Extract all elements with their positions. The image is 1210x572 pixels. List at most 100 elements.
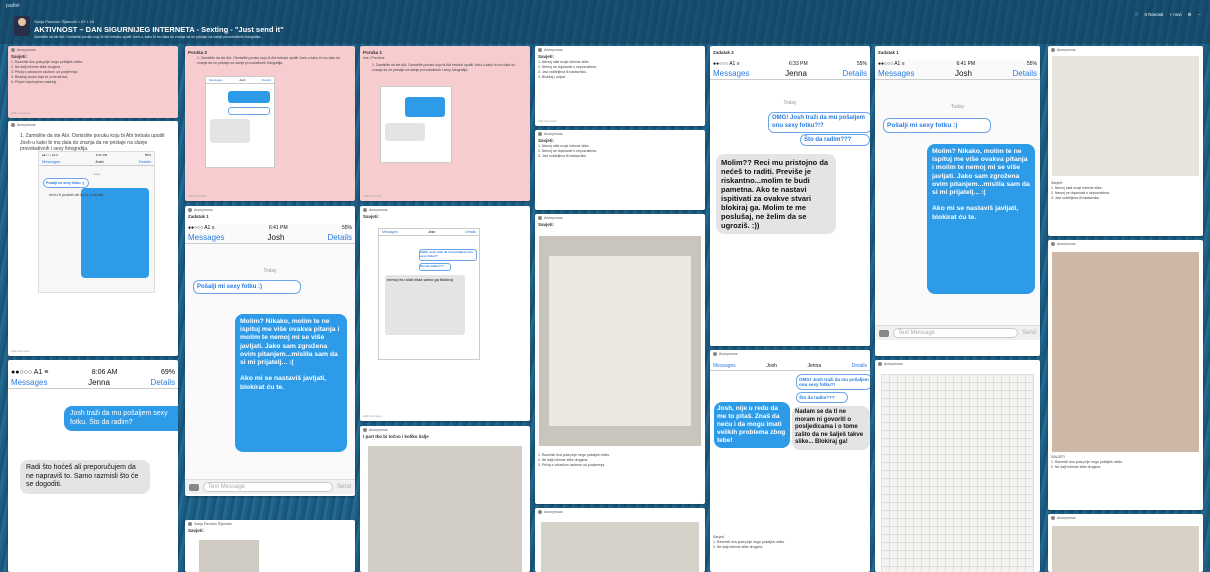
message-bubble: Radi što hoćeš ali preporučujem da ne na… bbox=[20, 460, 150, 494]
notebook-photo bbox=[1052, 56, 1199, 176]
post-card[interactable]: Anonymous bbox=[535, 508, 705, 572]
post-author: Anonymous bbox=[1057, 516, 1076, 520]
avatar bbox=[363, 208, 367, 212]
post-body: Savjeti: 1. Razmisli dva puta prije nego… bbox=[713, 535, 786, 549]
message-bubble: Josh traži da mu pošaljem sexy fotku. Št… bbox=[64, 406, 178, 431]
post-body: 1. Nemoj slati svoje intimne slike. 2. N… bbox=[538, 144, 597, 158]
board-title: AKTIVNOST – DAN SIGURNIJEG INTERNETA - S… bbox=[34, 25, 284, 34]
post-title: Savjeti: bbox=[188, 528, 205, 533]
post-title: Savjeti: bbox=[538, 222, 555, 227]
post-card[interactable]: Anonymous bbox=[1048, 514, 1203, 572]
post-title: Savjeti: bbox=[363, 214, 380, 219]
post-body: 1. Razmisli dva puta prije nego pošalješ… bbox=[538, 453, 611, 467]
post-body: Savjeti: 1. Nemoj slati svoje intimne sl… bbox=[1051, 181, 1110, 200]
post-title: Zadatak 2 bbox=[713, 50, 734, 55]
send-button: Send bbox=[336, 484, 351, 490]
post-author: Anonymous bbox=[369, 208, 388, 212]
message-bubble: Molim? Nikako, molim te ne ispituj me vi… bbox=[927, 144, 1035, 294]
message-bubble: Pošalji mi sexy fotku :) bbox=[883, 118, 991, 133]
post-card[interactable]: Anonymous Savjeti: 1. Razmisli dva puta … bbox=[535, 214, 705, 504]
like-icon[interactable]: ♡ bbox=[1135, 12, 1139, 18]
phone-screenshot: ●●○○○ A1 ≡ 6:33 PM 55% Messages Jenna Detail… bbox=[710, 60, 870, 346]
message-bubble: Josh, nije u redu da me to pitaš. Znaš d… bbox=[714, 402, 790, 448]
post-body: 1. Nemoj slati svoje intimne slike. 2. N… bbox=[538, 60, 597, 79]
add-comment[interactable]: Add comment bbox=[11, 111, 30, 115]
post-card[interactable]: Anonymous bbox=[875, 360, 1040, 572]
post-card[interactable]: Poruka 1 Ime i Prezime 1. Zamislite da s… bbox=[360, 46, 530, 201]
post-card[interactable]: Sanja Pavlović Šijanović Savjeti: bbox=[185, 520, 355, 572]
post-body: SAVJETI 1. Razmisli dva puta prije nego … bbox=[1051, 455, 1124, 469]
avatar bbox=[1051, 516, 1055, 520]
post-card[interactable]: Anonymous Savjeti: 1. Nemoj slati svoje … bbox=[535, 46, 705, 126]
post-author: Anonymous bbox=[17, 48, 36, 52]
avatar bbox=[538, 216, 542, 220]
phone-screenshot: ●●○○○ A1 ≡ 8:06 AM 69% Messages Jenna Detail… bbox=[8, 368, 178, 572]
post-author: Anonymous bbox=[544, 132, 563, 136]
back-button: Messages bbox=[42, 159, 61, 164]
more-icon[interactable]: ⋯ bbox=[1198, 12, 1203, 18]
post-card[interactable]: Anonymous Savjeti: 1. Nemoj slati svoje … bbox=[535, 130, 705, 210]
post-title: Poruka 2 bbox=[188, 50, 208, 55]
settings-icon[interactable]: ⚙ bbox=[1187, 12, 1191, 18]
post-card[interactable]: Anonymous 1. Zamislite da ste Abi. Osmis… bbox=[8, 121, 178, 356]
add-comment[interactable]: Add comment bbox=[188, 194, 207, 198]
message-bubble bbox=[228, 107, 270, 115]
post-author: Anonymous bbox=[544, 216, 563, 220]
message-input: Text Message bbox=[893, 328, 1018, 338]
add-comment[interactable]: Add comment bbox=[11, 349, 30, 353]
board-meta: Sanja Pavlović Šijanović • 6Y • 18 bbox=[34, 19, 94, 24]
camera-icon bbox=[879, 329, 889, 337]
handwritten-photo bbox=[1052, 252, 1199, 452]
notebook-photo bbox=[368, 446, 522, 572]
post-title: I part tko bi točno i koliko šalje bbox=[363, 434, 429, 439]
avatar bbox=[188, 208, 192, 212]
phone-screenshot bbox=[380, 86, 452, 163]
message-bubble: Što da radim??? bbox=[419, 263, 451, 271]
post-card[interactable]: Anonymous Messages Josh Jenna Details Josh,… bbox=[710, 350, 870, 572]
message-bubble bbox=[385, 123, 425, 141]
post-card[interactable]: Zadatak 2 ●●○○○ A1 ≡ 6:33 PM 55% Messages J… bbox=[710, 46, 870, 346]
post-author: Sanja Pavlović Šijanović bbox=[194, 522, 232, 526]
avatar bbox=[11, 123, 15, 127]
add-comment[interactable]: Add comment bbox=[363, 414, 382, 418]
post-card[interactable]: Anonymous Savjeti: Messages Josh Details O… bbox=[360, 206, 530, 421]
message-input: Text Message bbox=[203, 482, 333, 492]
post-card[interactable]: Anonymous I part tko bi točno i koliko š… bbox=[360, 426, 530, 572]
post-task: 1. Zamislite da ste Abi. Osmislite poruk… bbox=[197, 56, 340, 65]
avatar bbox=[538, 132, 542, 136]
post-card[interactable]: Anonymous Zadatak 1 ●●○○○ A1 ≡ 6:41 PM 55%… bbox=[185, 206, 355, 496]
post-card[interactable]: Poruka 2 1. Zamislite da ste Abi. Osmisl… bbox=[185, 46, 355, 201]
message-bubble: Pošalji mi sexy fotku :) bbox=[193, 280, 301, 294]
board-description: Zamislite da ste Abi. Osmislite poruku k… bbox=[34, 35, 264, 39]
post-title: Zadatak 1 bbox=[188, 214, 209, 219]
post-card[interactable]: ●●○○○ A1 ≡ 8:06 AM 69% Messages Jenna Detail… bbox=[8, 360, 178, 572]
notebook-photo bbox=[1052, 526, 1199, 572]
message-bubble bbox=[405, 97, 445, 117]
add-comment[interactable]: Add comment bbox=[538, 119, 557, 123]
app-logo[interactable]: padlet bbox=[6, 3, 20, 9]
post-card[interactable]: Anonymous SAVJETI 1. Razmisli dva puta p… bbox=[1048, 240, 1203, 510]
phone-screenshot: ●●○○○ A1 ≡ 6:41 PM 55% Messages Josh Details… bbox=[38, 151, 155, 293]
notifications-button[interactable]: 0 Novosti bbox=[1145, 12, 1164, 18]
new-post-button[interactable]: + novi bbox=[1169, 12, 1181, 18]
message-bubble: Molim?? Reci mu pristojno da nećeš to ra… bbox=[716, 154, 836, 234]
message-bubble bbox=[228, 91, 270, 103]
post-card[interactable]: Anonymous Savjeti: 1. Razmisli dva puta … bbox=[8, 46, 178, 118]
post-card[interactable]: Anonymous Savjeti: 1. Nemoj slati svoje … bbox=[1048, 46, 1203, 236]
message-bubble: Što da radim??? bbox=[796, 392, 848, 403]
post-body: 1. Razmisli dva puta prije nego pošalješ… bbox=[11, 60, 84, 84]
avatar bbox=[188, 522, 192, 526]
message-bubble: OMG! Josh traži da mu pošaljem onu sexy … bbox=[419, 249, 477, 261]
avatar bbox=[878, 362, 882, 366]
board-avatar bbox=[14, 16, 30, 36]
post-author: Anonymous bbox=[719, 352, 738, 356]
message-bubble: Molim? Nikako, molim te ne ispituj me vi… bbox=[235, 314, 347, 452]
message-bubble: OMG! Josh traži da mu pošaljem onu sexy … bbox=[796, 374, 870, 390]
message-bubble: OMG! Josh traži da mu pošaljem onu sexy … bbox=[768, 112, 870, 133]
post-card[interactable]: Zadatak 1 ●●○○○ A1 ≡ 6:41 PM 55% Messages J… bbox=[875, 46, 1040, 356]
message-bubble bbox=[210, 119, 250, 143]
add-comment[interactable]: Add comment bbox=[363, 194, 382, 198]
phone-screenshot: Messages Josh Jenna Details Josh, nije u re… bbox=[710, 362, 870, 532]
avatar bbox=[363, 428, 367, 432]
post-author: Anonymous bbox=[544, 510, 563, 514]
